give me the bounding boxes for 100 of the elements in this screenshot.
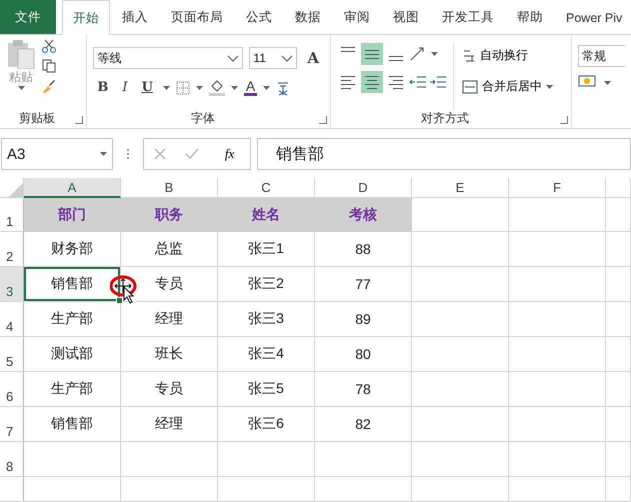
align-lines-icon — [341, 76, 356, 88]
ribbon-tab[interactable]: 开发工具 — [431, 0, 505, 34]
caret-icon — [18, 86, 24, 90]
table-cell — [606, 198, 631, 232]
launcher-icon[interactable] — [75, 116, 84, 124]
column-header[interactable]: B — [121, 178, 218, 198]
ribbon-tab[interactable]: 审阅 — [333, 0, 381, 34]
table-cell: 生产部 — [24, 302, 121, 337]
wrap-text-button[interactable]: 自动换行 — [462, 47, 528, 64]
clipboard-icon — [6, 39, 36, 69]
table-cell: 张三2 — [218, 267, 315, 302]
font-style-button[interactable]: I — [118, 80, 132, 95]
caret-icon — [230, 86, 238, 90]
table-cell: 职务 — [121, 198, 218, 232]
row-header[interactable]: 7 — [0, 407, 24, 442]
fill-bucket-icon[interactable] — [208, 80, 225, 96]
table-cell — [606, 407, 631, 442]
table-cell: 张三5 — [218, 372, 315, 407]
align-center-button[interactable] — [361, 71, 384, 93]
copy-icon[interactable] — [42, 59, 56, 73]
caret-icon — [431, 52, 438, 56]
group-label: 剪贴板 — [18, 110, 56, 127]
table-cell — [606, 232, 631, 267]
ribbon-tab[interactable]: 页面布局 — [160, 0, 234, 34]
table-cell: 总监 — [121, 232, 218, 267]
table-cell: 78 — [315, 372, 412, 407]
table-cell: 张三4 — [218, 337, 315, 372]
ribbon-tab[interactable]: 数据 — [284, 0, 332, 34]
ribbon-tab[interactable]: 开始 — [62, 0, 110, 35]
more-icon — [126, 147, 130, 161]
caret-icon — [100, 152, 107, 156]
align-lines-icon — [389, 56, 404, 61]
font-size-dropdown[interactable]: 11 — [249, 47, 298, 69]
align-lines-icon — [365, 50, 380, 58]
table-cell: 89 — [315, 302, 412, 337]
scissors-icon[interactable] — [42, 39, 56, 53]
ribbon-tab[interactable]: 文件 — [0, 0, 56, 34]
font-style-button[interactable]: U — [138, 80, 157, 95]
insert-function-button[interactable]: fx — [218, 145, 240, 163]
row-header[interactable]: 4 — [0, 302, 24, 337]
table-cell: 77 — [315, 267, 412, 302]
group-label: 字体 — [190, 110, 216, 127]
table-cell: 考核 — [315, 198, 412, 232]
column-header[interactable]: F — [509, 178, 606, 198]
row-header[interactable]: 8 — [0, 442, 24, 477]
table-cell: 专员 — [121, 372, 218, 407]
check-icon[interactable] — [185, 148, 200, 160]
chevron-icon — [281, 54, 294, 62]
launcher-icon[interactable] — [560, 116, 568, 124]
column-header[interactable]: C — [218, 178, 315, 198]
borders-icon[interactable] — [176, 80, 190, 94]
table-cell: 生产部 — [24, 372, 121, 407]
name-box[interactable]: A3 — [1, 138, 113, 170]
increase-indent-icon[interactable] — [429, 75, 448, 89]
row-header[interactable]: 5 — [0, 337, 24, 372]
caret-icon — [196, 86, 203, 90]
column-header[interactable]: A — [24, 178, 121, 198]
font-style-button[interactable]: B — [93, 80, 112, 95]
table-cell: 销售部 — [24, 407, 121, 442]
table-cell[interactable]: 销售部 — [24, 267, 121, 302]
table-cell: 经理 — [121, 302, 218, 337]
table-cell: 姓名 — [218, 198, 315, 232]
font-name-dropdown[interactable]: 等线 — [93, 47, 244, 69]
grow-font-button[interactable]: A — [303, 49, 324, 67]
table-cell: 张三1 — [218, 232, 315, 267]
ribbon-tab[interactable]: 视图 — [382, 0, 430, 34]
launcher-icon[interactable] — [319, 116, 328, 124]
table-cell: 财务部 — [24, 232, 121, 267]
table-cell: 张三3 — [218, 302, 315, 337]
table-cell: 测试部 — [24, 337, 121, 372]
row-header[interactable]: 6 — [0, 372, 24, 407]
table-cell: 88 — [315, 232, 412, 267]
table-cell: 80 — [315, 337, 412, 372]
align-lines-icon — [365, 76, 380, 88]
align-lines-icon — [341, 47, 356, 52]
decrease-indent-icon[interactable] — [409, 75, 428, 89]
column-header[interactable]: D — [315, 178, 412, 198]
ribbon-tab[interactable]: 帮助 — [506, 0, 554, 34]
table-cell: 经理 — [121, 407, 218, 442]
ribbon-tab[interactable]: Power Piv — [555, 0, 631, 34]
brush-icon[interactable] — [42, 79, 56, 93]
formula-field[interactable]: 销售部 — [257, 138, 631, 170]
column-header[interactable]: E — [412, 178, 509, 198]
caret-icon — [162, 86, 170, 90]
align-lines-icon — [389, 76, 404, 88]
row-header[interactable]: 3 — [0, 267, 24, 302]
merge-icon — [462, 80, 478, 94]
wrap-text-icon — [462, 48, 476, 64]
table-cell: 部门 — [24, 198, 121, 232]
ribbon-tab[interactable]: 插入 — [111, 0, 159, 34]
merge-center-button[interactable]: 合并后居中 — [462, 78, 554, 95]
align-middle-button[interactable] — [361, 43, 384, 65]
ribbon-tab[interactable]: 公式 — [235, 0, 283, 34]
table-cell — [606, 302, 631, 337]
font-color-button[interactable]: A — [244, 79, 258, 96]
table-cell: 班长 — [121, 337, 218, 372]
number-format-dropdown[interactable]: 常规 — [578, 45, 625, 67]
table-cell — [606, 267, 631, 302]
table-cell — [606, 442, 631, 477]
group-label: 对齐方式 — [420, 110, 470, 127]
